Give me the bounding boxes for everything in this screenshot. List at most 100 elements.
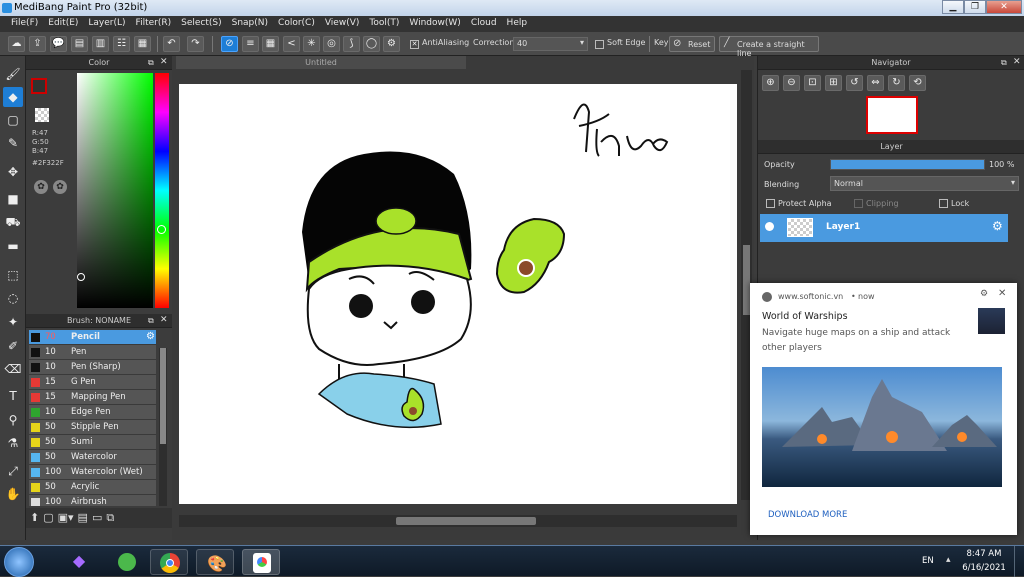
maximize-button[interactable]: ❐ — [964, 0, 986, 14]
brush-list-scrollbar[interactable] — [159, 348, 167, 506]
clock-time[interactable]: 8:47 AM — [966, 549, 1002, 559]
undock-icon[interactable]: ⧉ — [148, 58, 154, 68]
menu-filter[interactable]: Filter(R) — [131, 16, 177, 32]
close-button[interactable]: ✕ — [986, 0, 1022, 14]
undock-icon[interactable]: ⧉ — [1001, 58, 1007, 68]
lock-checkbox[interactable] — [939, 199, 948, 208]
select-pen-icon[interactable]: ✐ — [3, 336, 23, 356]
menu-layer[interactable]: Layer(L) — [83, 16, 130, 32]
menu-view[interactable]: View(V) — [320, 16, 365, 32]
show-desktop-button[interactable] — [1014, 546, 1024, 577]
brush-item[interactable]: 50 Sumi — [29, 435, 156, 450]
brush-item[interactable]: 15 G Pen — [29, 375, 156, 390]
reset-view-icon[interactable]: ⟲ — [909, 75, 926, 91]
blending-select[interactable]: Normal ▾ — [830, 176, 1019, 191]
hue-slider[interactable] — [155, 73, 169, 308]
protect-alpha-checkbox[interactable] — [766, 199, 775, 208]
comment-icon[interactable]: 💬 — [50, 36, 67, 52]
hue-slider-handle[interactable] — [157, 225, 166, 234]
actual-size-icon[interactable]: ⊞ — [825, 75, 842, 91]
saturation-value-picker[interactable] — [77, 73, 153, 308]
start-button[interactable] — [4, 547, 34, 577]
paint-taskbar-icon[interactable]: 🎨 — [196, 549, 234, 575]
opacity-slider[interactable] — [830, 159, 985, 170]
close-icon[interactable]: ✕ — [160, 315, 168, 325]
close-icon[interactable]: ✕ — [160, 57, 168, 67]
menu-help[interactable]: Help — [502, 16, 533, 32]
brush-item[interactable]: 100 Watercolor (Wet) — [29, 465, 156, 480]
brush-settings-icon[interactable]: ⚙ — [146, 331, 155, 342]
brush-settings-icon[interactable]: ▤ — [78, 511, 88, 525]
visual-studio-icon[interactable]: ◆ — [60, 549, 98, 575]
bucket-tool-icon[interactable]: ⛟ — [3, 212, 23, 232]
undock-icon[interactable]: ⧉ — [148, 316, 154, 326]
parallel-snap-icon[interactable]: ≡ — [242, 36, 259, 52]
chrome-taskbar-icon[interactable] — [150, 549, 188, 575]
dot-tool-icon[interactable]: ▢ — [3, 110, 23, 130]
radial-snap-icon[interactable]: ✳ — [303, 36, 320, 52]
navigator-thumbnail[interactable] — [866, 96, 918, 134]
divide-tool-icon[interactable]: ⚲ — [3, 410, 23, 430]
eraser-tool-icon[interactable]: ◆ — [3, 87, 23, 107]
folder-icon[interactable]: ▭ — [92, 511, 102, 525]
app-icon[interactable] — [106, 549, 144, 575]
fill-rect-tool-icon[interactable]: ■ — [3, 189, 23, 209]
rotate-left-icon[interactable]: ↺ — [846, 75, 863, 91]
settings-icon[interactable]: ⚙ — [980, 289, 988, 299]
brush-item[interactable]: 50 Acrylic — [29, 480, 156, 495]
antialiasing-checkbox[interactable]: ✕ — [410, 40, 419, 49]
brush-item[interactable]: 10 Edge Pen — [29, 405, 156, 420]
menu-window[interactable]: Window(W) — [404, 16, 465, 32]
menu-select[interactable]: Select(S) — [176, 16, 227, 32]
close-icon[interactable]: ✕ — [1013, 57, 1021, 67]
rotate-right-icon[interactable]: ↻ — [888, 75, 905, 91]
brush-item[interactable]: 15 Mapping Pen — [29, 390, 156, 405]
menu-file[interactable]: File(F) — [6, 16, 43, 32]
download-more-button[interactable]: DOWNLOAD MORE — [768, 510, 847, 520]
new-brush-icon[interactable]: ▢ — [43, 511, 53, 525]
clock-date[interactable]: 6/16/2021 — [962, 563, 1006, 573]
zoom-out-icon[interactable]: ⊖ — [783, 75, 800, 91]
undo-icon[interactable]: ↶ — [163, 36, 180, 52]
text-tool-icon[interactable]: T — [3, 386, 23, 406]
correction-select[interactable]: 40 ▾ — [513, 37, 588, 51]
cloud-icon[interactable]: ☁ — [8, 36, 25, 52]
copy-icon[interactable]: ⧉ — [106, 511, 114, 525]
medibang-taskbar-icon[interactable] — [242, 549, 280, 575]
menu-tool[interactable]: Tool(T) — [364, 16, 404, 32]
layer-settings-icon[interactable]: ⚙ — [992, 219, 1003, 233]
ellipse-snap-icon[interactable]: ◯ — [363, 36, 380, 52]
menu-color[interactable]: Color(C) — [273, 16, 320, 32]
scrollbar-thumb[interactable] — [743, 245, 750, 315]
fit-icon[interactable]: ⊡ — [804, 75, 821, 91]
brush-item[interactable]: 10 Pen (Sharp) — [29, 360, 156, 375]
eye-icon[interactable] — [765, 222, 774, 231]
move-tool-icon[interactable]: ✥ — [3, 162, 23, 182]
reset-button[interactable]: ⊘ Reset — [669, 36, 715, 52]
pen-tool-icon[interactable]: ✎ — [3, 133, 23, 153]
operation-tool-icon[interactable]: ⤢ — [3, 461, 23, 481]
flip-icon[interactable]: ⇔ — [867, 75, 884, 91]
add-brush-icon[interactable]: ⬆ — [30, 511, 39, 525]
menu-edit[interactable]: Edit(E) — [43, 16, 83, 32]
curve-snap-icon[interactable]: ⟆ — [343, 36, 360, 52]
redo-icon[interactable]: ↷ — [187, 36, 204, 52]
clipping-checkbox[interactable] — [854, 199, 863, 208]
color-picker-cursor[interactable] — [77, 273, 85, 281]
scrollbar-thumb[interactable] — [396, 517, 536, 525]
list-icon[interactable]: ☷ — [113, 36, 130, 52]
share-icon[interactable]: ⇪ — [29, 36, 46, 52]
magic-wand-icon[interactable]: ✦ — [3, 312, 23, 332]
snap-off-icon[interactable]: ⊘ — [221, 36, 238, 52]
tray-expand-icon[interactable]: ▴ — [946, 555, 951, 565]
foreground-color-swatch[interactable] — [31, 78, 47, 94]
select-eraser-icon[interactable]: ⌫ — [3, 359, 23, 379]
zoom-in-icon[interactable]: ⊕ — [762, 75, 779, 91]
brush-tool-icon[interactable]: 🖌 — [3, 64, 23, 84]
minimize-button[interactable]: ▁ — [942, 0, 964, 14]
page-icon[interactable]: ▥ — [92, 36, 109, 52]
message-icon[interactable]: ▤ — [71, 36, 88, 52]
menu-snap[interactable]: Snap(N) — [227, 16, 273, 32]
language-indicator[interactable]: EN — [922, 556, 934, 566]
document-tab[interactable]: Untitled — [176, 56, 466, 69]
